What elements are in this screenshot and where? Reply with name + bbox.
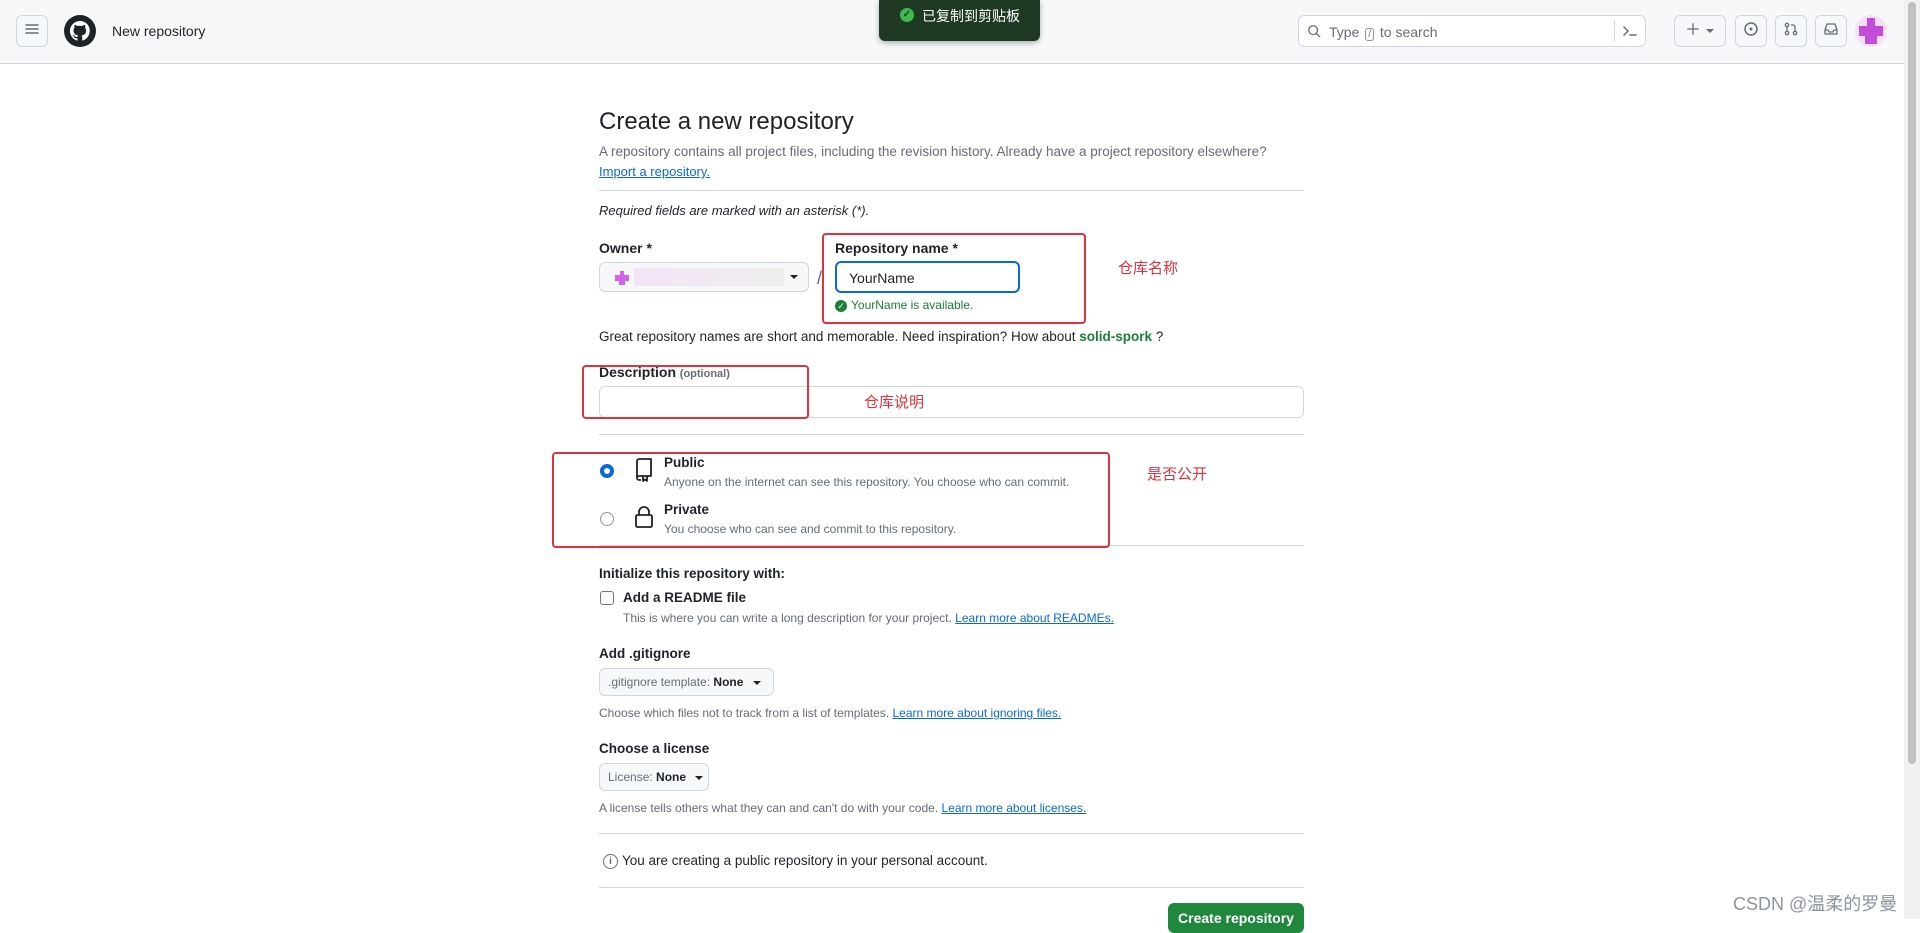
github-logo-icon[interactable] (64, 15, 96, 52)
toast-text: 已复制到剪贴板 (922, 8, 1020, 24)
chevron-down-icon (752, 680, 761, 685)
search-divider (1614, 20, 1615, 42)
owner-avatar (614, 271, 630, 285)
annotation-box-repo-name (822, 233, 1086, 324)
annotation-visibility: 是否公开 (1147, 466, 1208, 483)
create-new-button[interactable] (1674, 15, 1726, 47)
intro-text: A repository contains all project files,… (599, 144, 1267, 159)
git-pull-request-icon (1783, 21, 1799, 42)
issue-opened-icon (1743, 21, 1759, 42)
readme-description: This is where you can write a long descr… (623, 611, 1114, 625)
search-placeholder: Type / to search (1329, 24, 1438, 41)
page-scrollbar[interactable] (1904, 0, 1920, 919)
gitignore-select-value: None (713, 675, 744, 689)
user-avatar[interactable] (1855, 15, 1887, 47)
owner-select[interactable] (599, 262, 809, 292)
license-description: A license tells others what they can and… (599, 801, 1087, 815)
search-input[interactable]: Type / to search (1298, 15, 1646, 47)
create-repository-button[interactable]: Create repository (1168, 903, 1304, 933)
readme-label[interactable]: Add a README file (623, 590, 746, 605)
annotation-repo-name: 仓库名称 (1118, 260, 1179, 277)
inbox-icon (1823, 21, 1839, 42)
check-circle-icon: ✓ (900, 8, 914, 22)
copied-toast: ✓ 已复制到剪贴板 (879, 0, 1040, 41)
divider (599, 190, 1304, 191)
gitignore-select-prefix: .gitignore template: (608, 675, 711, 689)
divider (599, 434, 1304, 435)
plus-icon (1686, 22, 1700, 41)
chevron-down-icon (695, 775, 704, 780)
license-select-value: None (656, 770, 687, 784)
menu-button[interactable] (16, 15, 48, 47)
csdn-watermark: CSDN @温柔的罗曼 (1733, 894, 1898, 914)
command-palette-icon[interactable] (1622, 23, 1638, 44)
license-select[interactable]: License: None (599, 763, 709, 791)
license-learn-more-link[interactable]: Learn more about licenses. (942, 801, 1087, 815)
pull-requests-button[interactable] (1775, 15, 1807, 47)
gitignore-description: Choose which files not to track from a l… (599, 706, 1062, 720)
search-shortcut-key: / (1365, 28, 1375, 41)
inbox-button[interactable] (1815, 15, 1847, 47)
chevron-down-icon (790, 275, 798, 279)
chevron-down-icon (1706, 22, 1714, 40)
license-heading: Choose a license (599, 741, 710, 756)
divider (599, 887, 1304, 888)
annotation-box-visibility (552, 452, 1110, 548)
page-title: Create a new repository (599, 108, 854, 135)
public-notice: i You are creating a public repository in… (603, 853, 988, 869)
search-icon (1307, 24, 1321, 43)
name-suggestion: Great repository names are short and mem… (599, 329, 1164, 344)
gitignore-template-select[interactable]: .gitignore template: None (599, 668, 774, 696)
divider (599, 833, 1304, 834)
hamburger-icon (24, 21, 40, 42)
info-icon: i (603, 853, 618, 869)
license-select-prefix: License: (608, 770, 653, 784)
annotation-description: 仓库说明 (864, 394, 925, 411)
readme-checkbox[interactable] (600, 591, 614, 605)
required-note: Required fields are marked with an aster… (599, 203, 870, 218)
gitignore-learn-more-link[interactable]: Learn more about ignoring files. (892, 706, 1061, 720)
readme-learn-more-link[interactable]: Learn more about READMEs. (955, 611, 1114, 625)
owner-label: Owner * (599, 240, 652, 256)
annotation-box-description (582, 365, 809, 419)
import-repository-link[interactable]: Import a repository. (599, 164, 710, 179)
gitignore-heading: Add .gitignore (599, 646, 691, 661)
issues-button[interactable] (1735, 15, 1767, 47)
owner-name-redacted (634, 268, 784, 286)
scrollbar-thumb[interactable] (1908, 2, 1916, 764)
suggested-name-link[interactable]: solid-spork (1079, 329, 1152, 344)
initialize-heading: Initialize this repository with: (599, 566, 786, 581)
page-context-title[interactable]: New repository (112, 23, 205, 39)
